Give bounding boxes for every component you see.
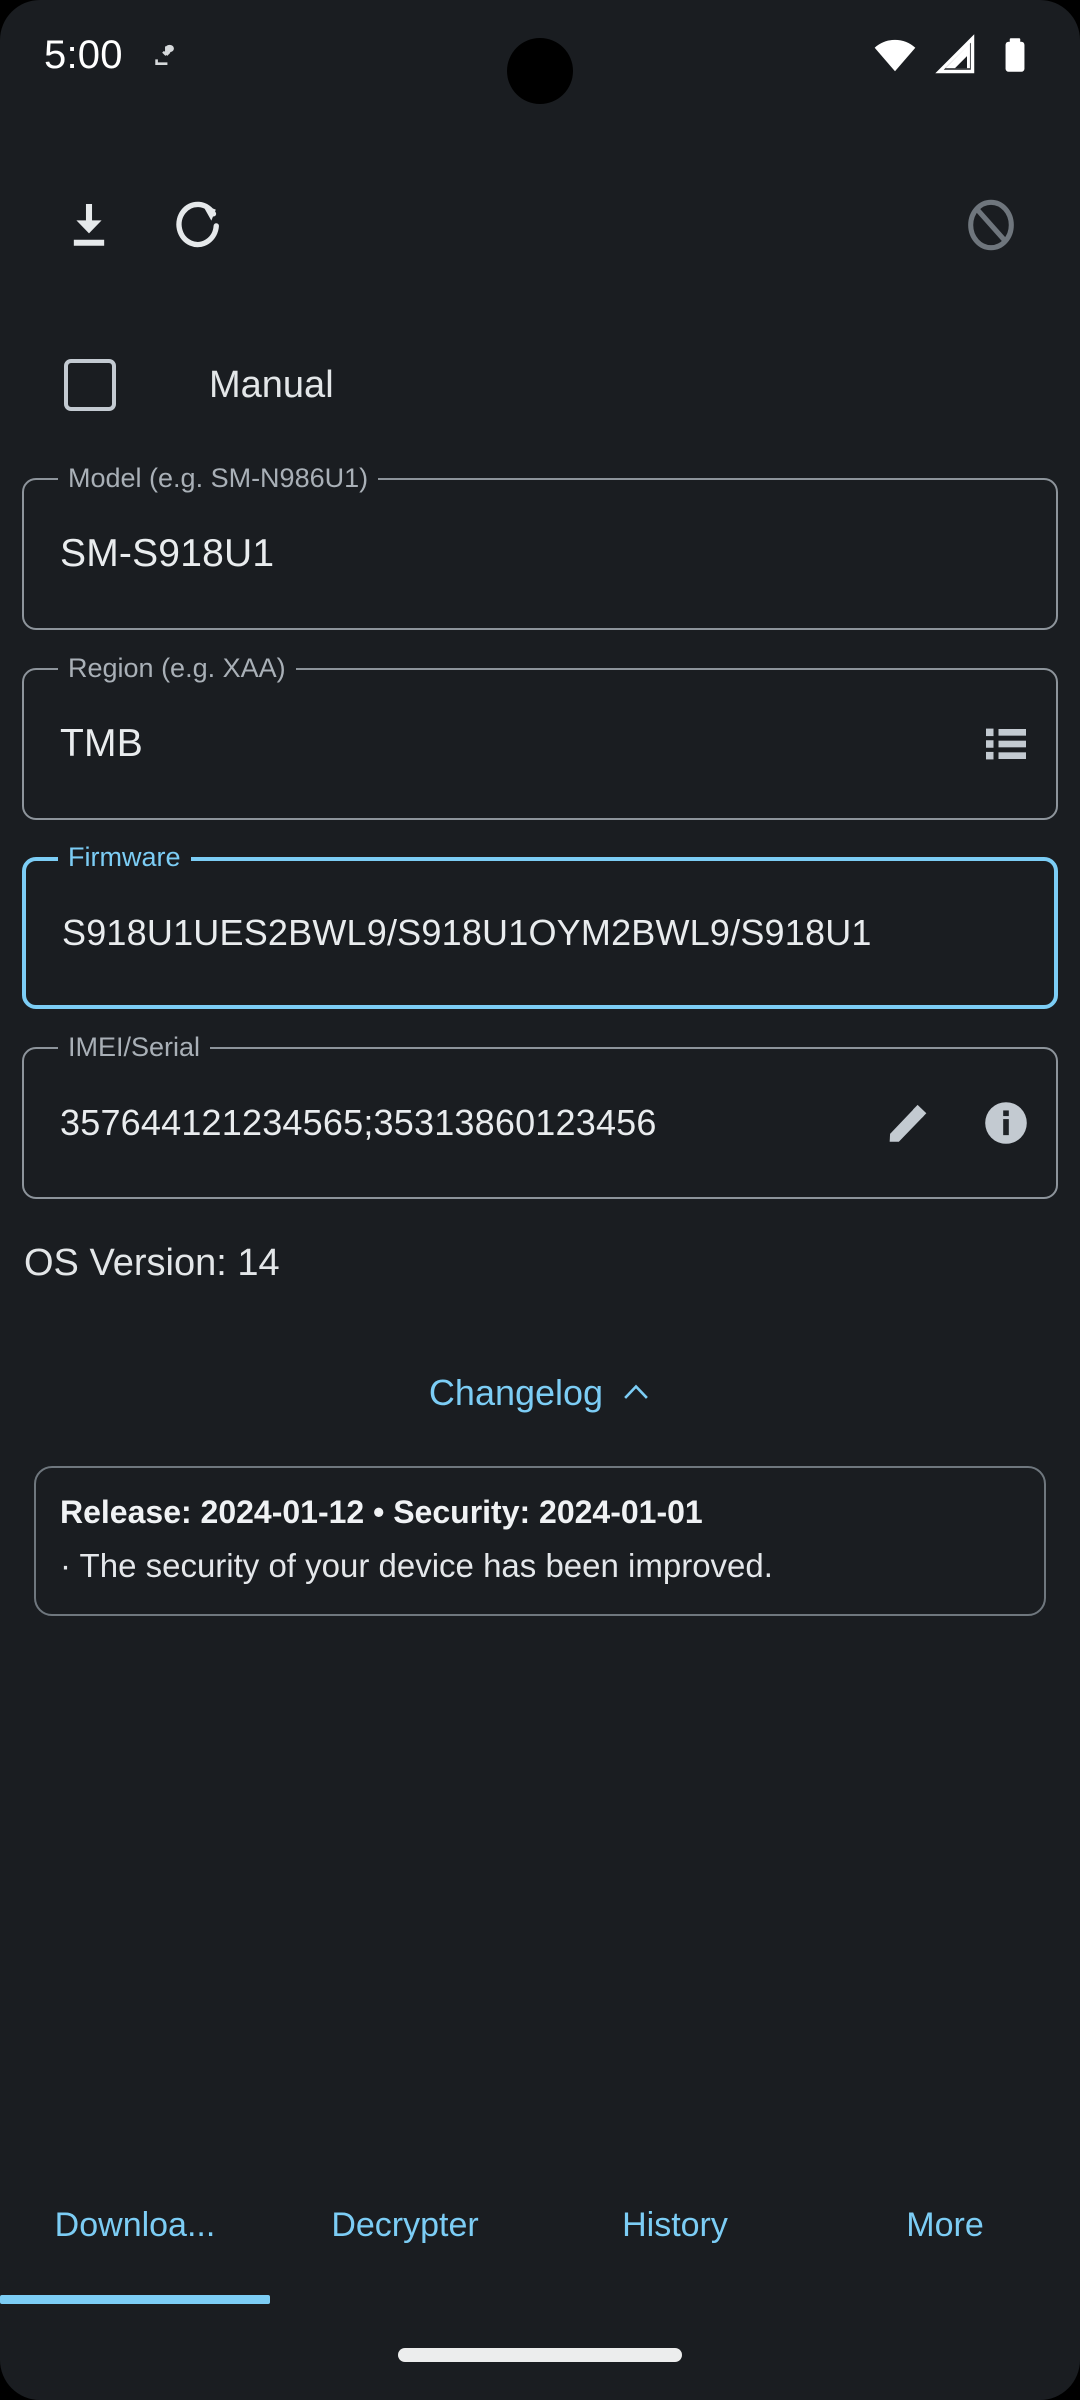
manual-checkbox[interactable] (64, 359, 116, 411)
region-field-label: Region (e.g. XAA) (58, 652, 296, 684)
status-bar-right (872, 32, 1036, 78)
model-field-box[interactable]: SM-S918U1 (22, 478, 1058, 630)
changelog-dates: Release: 2024-01-12 • Security: 2024-01-… (60, 1494, 703, 1530)
imei-field[interactable]: 357644121234565;35313860123456 IMEI/Seri… (22, 1031, 1058, 1199)
tab-history[interactable]: History (540, 2192, 810, 2304)
tab-history-label: History (622, 2206, 728, 2244)
firmware-field-label: Firmware (58, 841, 191, 873)
list-icon (981, 719, 1031, 769)
refresh-icon (171, 197, 227, 253)
changelog-toggle-label: Changelog (428, 1372, 604, 1413)
imei-info-button[interactable] (978, 1095, 1034, 1151)
region-list-button[interactable] (978, 716, 1034, 772)
gesture-navigation-bar[interactable] (398, 2348, 682, 2362)
save-download-notification-icon (149, 42, 175, 68)
tab-downloader[interactable]: Downloa... (0, 2192, 270, 2304)
chevron-up-icon (621, 1377, 651, 1410)
cancel-button[interactable] (936, 170, 1046, 280)
bottom-tab-bar: Downloa... Decrypter History More (0, 2192, 1080, 2304)
os-version-label: OS Version: 14 (24, 1242, 280, 1284)
info-icon (980, 1097, 1032, 1149)
tab-more-label: More (906, 2206, 984, 2244)
edit-pencil-icon (883, 1098, 933, 1148)
battery-full-icon (994, 34, 1036, 76)
status-clock: 5:00 (44, 32, 123, 77)
imei-edit-button[interactable] (880, 1095, 936, 1151)
tab-downloader-label: Downloa... (54, 2206, 216, 2244)
tab-active-indicator (0, 2295, 270, 2304)
wifi-full-icon (872, 32, 918, 78)
region-input[interactable]: TMB (60, 722, 964, 766)
cancel-disabled-icon (962, 196, 1020, 254)
refresh-button[interactable] (144, 170, 254, 280)
download-button[interactable] (34, 170, 144, 280)
imei-field-icons (866, 1095, 1034, 1151)
tab-decrypter-label: Decrypter (331, 2206, 479, 2244)
cellular-signal-icon (934, 33, 978, 77)
region-field-icons (964, 716, 1034, 772)
firmware-field-box[interactable]: S918U1UES2BWL9/S918U1OYM2BWL9/S918U1 (22, 857, 1058, 1009)
changelog-body: · The security of your device has been i… (60, 1547, 773, 1584)
imei-field-box[interactable]: 357644121234565;35313860123456 (22, 1047, 1058, 1199)
model-field-label: Model (e.g. SM-N986U1) (58, 462, 379, 494)
imei-field-label: IMEI/Serial (58, 1031, 211, 1063)
download-icon (61, 197, 117, 253)
tab-decrypter[interactable]: Decrypter (270, 2192, 540, 2304)
model-field[interactable]: SM-S918U1 Model (e.g. SM-N986U1) (22, 462, 1058, 630)
imei-input[interactable]: 357644121234565;35313860123456 (60, 1102, 866, 1144)
app-screen: 5:00 Manual SM-S918U1 Model (e.g. SM-N98… (0, 0, 1080, 2400)
front-camera-cutout (507, 38, 573, 104)
tab-more[interactable]: More (810, 2192, 1080, 2304)
region-field[interactable]: TMB Region (e.g. XAA) (22, 652, 1058, 820)
region-field-box[interactable]: TMB (22, 668, 1058, 820)
changelog-card: Release: 2024-01-12 • Security: 2024-01-… (34, 1466, 1046, 1616)
manual-mode-row[interactable]: Manual (0, 330, 1080, 440)
firmware-field[interactable]: S918U1UES2BWL9/S918U1OYM2BWL9/S918U1 Fir… (22, 841, 1058, 1009)
app-toolbar (0, 160, 1080, 290)
model-input[interactable]: SM-S918U1 (60, 532, 1034, 576)
firmware-input[interactable]: S918U1UES2BWL9/S918U1OYM2BWL9/S918U1 (62, 912, 1032, 954)
manual-label: Manual (209, 363, 334, 406)
changelog-toggle-button[interactable]: Changelog (0, 1348, 1080, 1438)
status-bar-left: 5:00 (44, 33, 175, 78)
